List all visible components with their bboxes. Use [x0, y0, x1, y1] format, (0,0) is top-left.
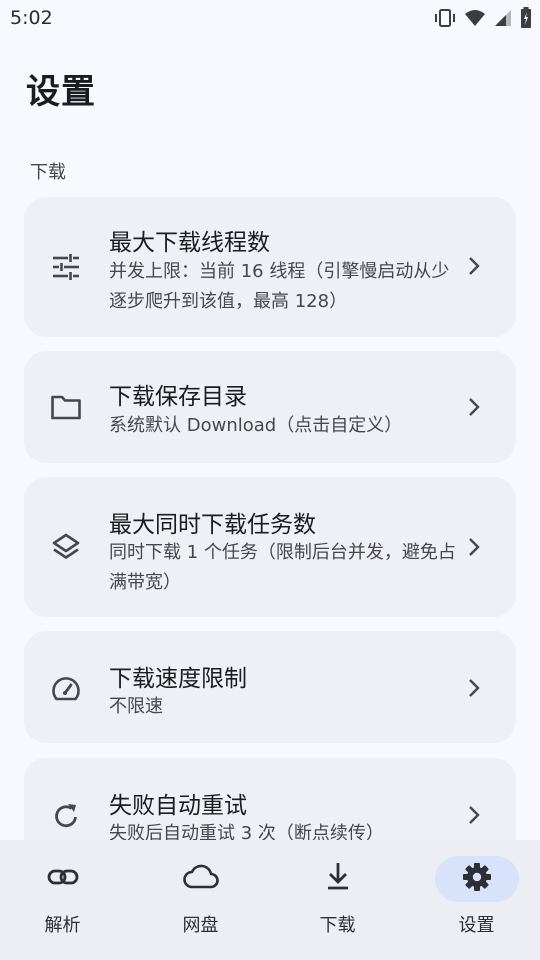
settings-list: 最大下载线程数 并发上限：当前 16 线程（引擎慢启动从少逐步爬升到该值，最高 … [0, 0, 540, 840]
retry-icon [50, 800, 82, 832]
nav-icon-container [296, 856, 380, 902]
setting-auto-retry[interactable]: 失败自动重试 失败后自动重试 3 次（断点续传） [24, 758, 516, 840]
layers-icon [50, 531, 82, 563]
nav-item-cloud[interactable]: 网盘 [133, 840, 268, 960]
setting-title: 最大同时下载任务数 [109, 512, 316, 538]
download-icon [323, 860, 353, 898]
chevron-right-icon [466, 254, 482, 278]
setting-speed-limit[interactable]: 下载速度限制 不限速 [24, 631, 516, 743]
setting-desc: 并发上限：当前 16 线程（引擎慢启动从少逐步爬升到该值，最高 128） [109, 261, 450, 312]
nav-item-settings[interactable]: 设置 [409, 840, 540, 960]
nav-icon-container [159, 856, 243, 902]
speed-icon [50, 673, 82, 705]
tune-icon [50, 251, 82, 283]
setting-title: 失败自动重试 [109, 793, 247, 819]
setting-title: 下载保存目录 [109, 384, 247, 410]
setting-desc: 系统默认 Download（点击自定义） [109, 415, 403, 436]
chevron-right-icon [466, 535, 482, 559]
nav-label: 设置 [458, 915, 495, 936]
chevron-right-icon [466, 803, 482, 827]
nav-label: 下载 [319, 915, 356, 936]
nav-item-download[interactable]: 下载 [270, 840, 405, 960]
bottom-nav: 解析 网盘 下载 设置 [0, 840, 540, 960]
nav-icon-container [21, 856, 105, 902]
setting-save-directory[interactable]: 下载保存目录 系统默认 Download（点击自定义） [24, 351, 516, 463]
setting-max-threads[interactable]: 最大下载线程数 并发上限：当前 16 线程（引擎慢启动从少逐步爬升到该值，最高 … [24, 197, 516, 337]
folder-icon [50, 391, 82, 423]
setting-title: 下载速度限制 [109, 666, 247, 692]
nav-label: 解析 [44, 915, 81, 936]
nav-active-indicator [434, 856, 519, 902]
chevron-right-icon [466, 395, 482, 419]
setting-desc: 不限速 [109, 696, 163, 717]
nav-item-parse[interactable]: 解析 [0, 840, 130, 960]
nav-label: 网盘 [182, 915, 219, 936]
setting-title: 最大下载线程数 [109, 230, 270, 256]
cloud-icon [182, 860, 220, 898]
setting-desc: 同时下载 1 个任务（限制后台并发，避免占满带宽） [109, 542, 456, 593]
link-icon [46, 860, 80, 898]
gear-icon [461, 861, 493, 897]
setting-desc: 失败后自动重试 3 次（断点续传） [109, 823, 384, 840]
chevron-right-icon [466, 676, 482, 700]
setting-max-concurrent-tasks[interactable]: 最大同时下载任务数 同时下载 1 个任务（限制后台并发，避免占满带宽） [24, 477, 516, 617]
